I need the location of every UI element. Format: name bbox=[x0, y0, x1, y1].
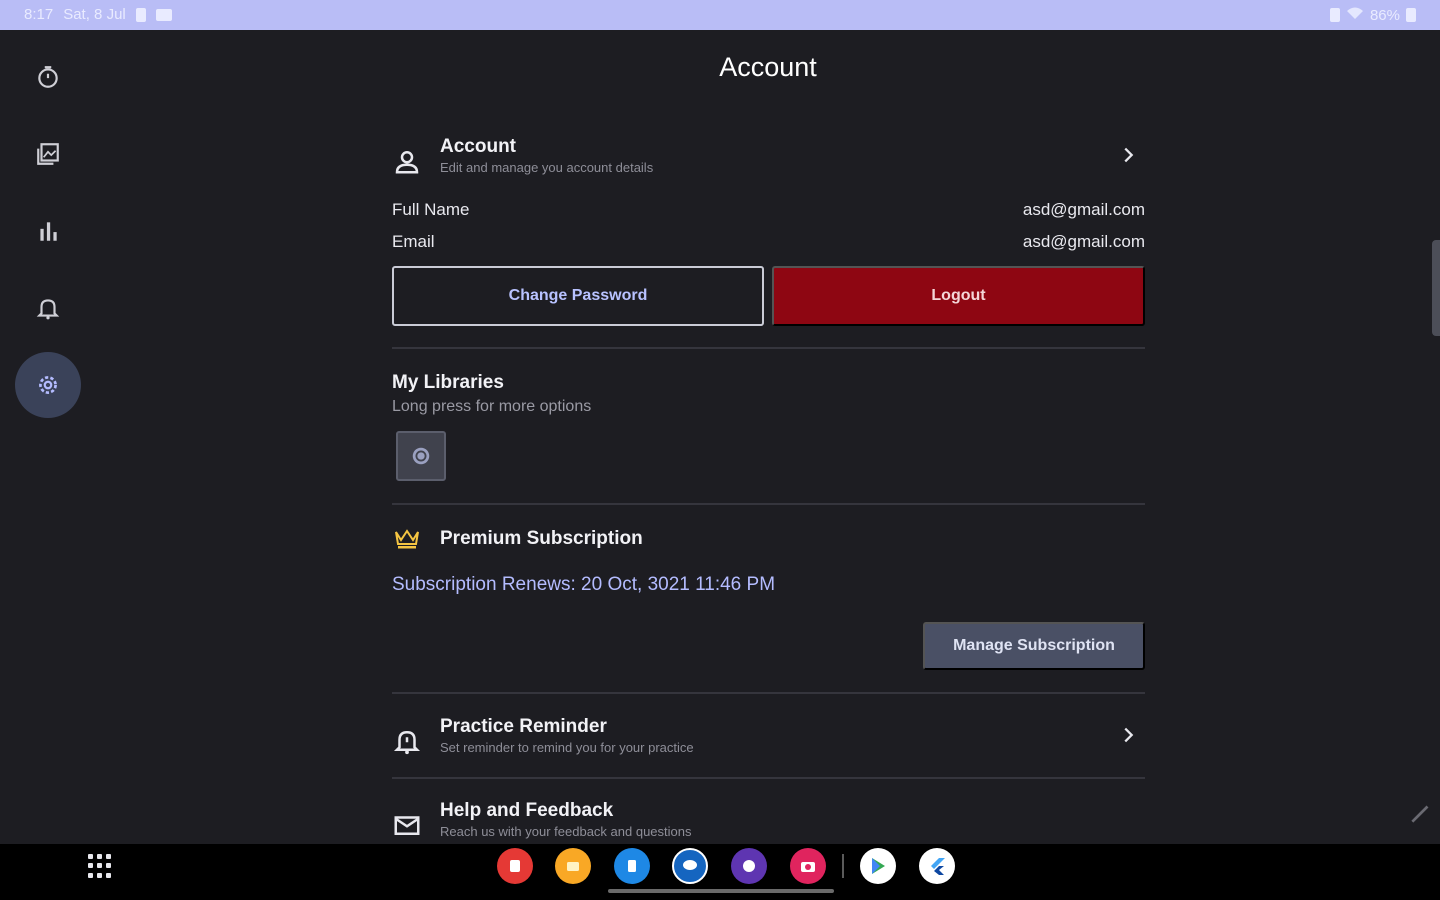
dock-app-purple[interactable] bbox=[731, 848, 767, 884]
status-bar: 8:17 Sat, 8 Jul 86% bbox=[0, 0, 1440, 30]
screenshot-icon bbox=[155, 8, 172, 21]
dock-flutter[interactable] bbox=[919, 848, 955, 884]
nav-stats[interactable] bbox=[15, 198, 81, 264]
practice-reminder-title: Practice Reminder bbox=[440, 716, 607, 737]
mail-icon bbox=[394, 816, 420, 835]
crown-icon bbox=[395, 529, 419, 549]
status-date: Sat, 8 Jul bbox=[63, 6, 126, 23]
divider bbox=[392, 777, 1145, 779]
practice-reminder-row[interactable]: Practice Reminder Set reminder to remind… bbox=[392, 716, 1145, 776]
status-time: 8:17 bbox=[24, 6, 54, 23]
home-indicator[interactable] bbox=[608, 889, 834, 893]
chevron-right-icon bbox=[1124, 147, 1134, 163]
dock-app-blue[interactable] bbox=[614, 848, 650, 884]
subscription-renew-text: Subscription Renews: 20 Oct, 3021 11:46 … bbox=[392, 574, 776, 595]
divider bbox=[392, 692, 1145, 694]
full-name-row: Full Name asd@gmail.com bbox=[392, 200, 1145, 224]
wifi-icon bbox=[1346, 6, 1364, 24]
battery-icon bbox=[1406, 8, 1416, 22]
person-icon bbox=[395, 151, 419, 174]
stats-icon bbox=[40, 222, 57, 241]
chevron-right-icon bbox=[1124, 727, 1134, 743]
page-title: Account bbox=[719, 52, 817, 82]
full-name-value: asd@gmail.com bbox=[1022, 200, 1145, 219]
account-row[interactable]: Account Edit and manage you account deta… bbox=[392, 136, 1145, 196]
dock-camera[interactable] bbox=[790, 848, 826, 884]
account-row-title: Account bbox=[440, 136, 516, 157]
libraries-title: My Libraries bbox=[392, 372, 504, 393]
dock-files[interactable] bbox=[555, 848, 591, 884]
scrollbar-handle[interactable] bbox=[1432, 240, 1440, 336]
email-value: asd@gmail.com bbox=[1022, 232, 1145, 251]
full-name-label: Full Name bbox=[392, 200, 470, 219]
dock-play-store[interactable] bbox=[860, 848, 896, 884]
dock-messages[interactable] bbox=[672, 848, 708, 884]
account-row-subtitle: Edit and manage you account details bbox=[440, 160, 654, 175]
email-label: Email bbox=[392, 232, 435, 251]
app-drawer-icon[interactable] bbox=[88, 854, 112, 878]
premium-title: Premium Subscription bbox=[440, 528, 643, 549]
change-password-button[interactable]: Change Password bbox=[392, 266, 764, 326]
pen-icon[interactable] bbox=[1408, 800, 1434, 826]
battery-level: 86% bbox=[1369, 6, 1400, 24]
vibrate-icon bbox=[1329, 8, 1340, 22]
help-feedback-subtitle: Reach us with your feedback and question… bbox=[440, 824, 692, 839]
manage-subscription-button[interactable]: Manage Subscription bbox=[923, 622, 1145, 670]
help-feedback-title: Help and Feedback bbox=[440, 800, 614, 821]
nav-rail bbox=[0, 30, 96, 844]
practice-reminder-subtitle: Set reminder to remind you for your prac… bbox=[440, 740, 694, 755]
nav-settings[interactable] bbox=[15, 352, 81, 418]
premium-row: Premium Subscription bbox=[392, 524, 1145, 556]
library-item-icon bbox=[412, 447, 430, 465]
libraries-subtitle: Long press for more options bbox=[392, 398, 592, 415]
divider bbox=[392, 347, 1145, 349]
notification-icon bbox=[135, 7, 146, 22]
bell-icon bbox=[36, 299, 60, 320]
dock-separator bbox=[842, 854, 844, 878]
dock-app-red[interactable] bbox=[497, 848, 533, 884]
nav-notifications[interactable] bbox=[15, 275, 81, 341]
library-icon bbox=[37, 143, 59, 165]
settings-icon bbox=[39, 376, 57, 394]
alarm-icon bbox=[393, 730, 421, 755]
divider bbox=[392, 503, 1145, 505]
taskbar bbox=[0, 844, 1440, 900]
logout-button[interactable]: Logout bbox=[772, 266, 1145, 326]
library-tile[interactable] bbox=[396, 431, 446, 481]
email-row: Email asd@gmail.com bbox=[392, 232, 1145, 256]
nav-library[interactable] bbox=[15, 121, 81, 187]
